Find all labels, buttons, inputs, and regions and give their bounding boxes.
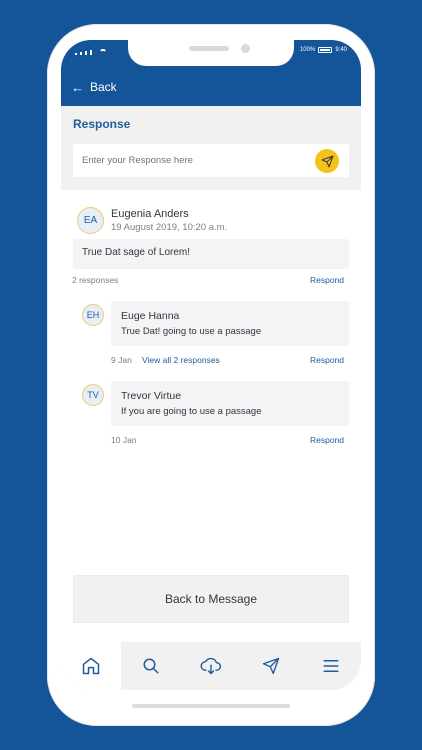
back-label: Back xyxy=(90,80,117,94)
tab-home[interactable] xyxy=(61,642,121,690)
clock: 9:40 xyxy=(335,47,347,53)
respond-button[interactable]: Respond xyxy=(310,355,344,365)
reply-bubble: Trevor Virtue If you are going to use a … xyxy=(111,381,349,426)
send-response-button[interactable] xyxy=(315,149,339,173)
respond-button[interactable]: Respond xyxy=(310,435,344,445)
send-icon xyxy=(321,155,333,167)
tab-menu[interactable] xyxy=(301,642,361,690)
send-icon xyxy=(262,657,280,675)
phone-notch xyxy=(128,40,294,66)
comment-thread: EA Eugenia Anders 19 August 2019, 10:20 … xyxy=(61,190,361,642)
home-icon xyxy=(82,657,100,675)
menu-icon xyxy=(323,660,339,672)
reply-text: If you are going to use a passage xyxy=(121,406,262,417)
post-date: 19 August 2019, 10:20 a.m. xyxy=(111,222,228,233)
signal-icon xyxy=(75,49,107,55)
back-to-message-button[interactable]: Back to Message xyxy=(73,575,349,623)
wifi-icon xyxy=(99,49,107,55)
reply-date: 10 Jan xyxy=(111,435,137,445)
phone-speaker xyxy=(189,46,229,51)
post-text: True Dat sage of Lorem! xyxy=(82,247,191,258)
responses-count: 2 responses xyxy=(72,275,119,285)
battery-percent: 100% xyxy=(299,47,316,53)
response-input[interactable] xyxy=(73,144,349,177)
phone-camera xyxy=(241,44,250,53)
reply-avatar: TV xyxy=(82,384,104,406)
arrow-left-icon: ← xyxy=(71,79,84,95)
avatar: EA xyxy=(77,207,104,234)
reply-date: 9 Jan xyxy=(111,355,132,365)
battery-icon xyxy=(318,47,333,53)
cloud-download-icon xyxy=(200,657,222,675)
back-button[interactable]: ← Back xyxy=(71,80,117,94)
reply-bubble: Euge Hanna True Dat! going to use a pass… xyxy=(111,301,349,346)
app-screen: 100% 9:40 ← Back Response EA Eugenia And… xyxy=(61,40,361,690)
status-bar-right: 100% 9:40 xyxy=(300,47,347,53)
tab-messages[interactable] xyxy=(241,642,301,690)
search-icon xyxy=(143,658,159,674)
post-author: Eugenia Anders xyxy=(111,208,189,220)
view-all-responses-link[interactable]: View all 2 responses xyxy=(142,355,220,365)
respond-button[interactable]: Respond xyxy=(310,275,344,285)
reply-author: Trevor Virtue xyxy=(121,390,182,402)
tab-search[interactable] xyxy=(121,642,181,690)
response-heading: Response xyxy=(73,117,131,131)
tab-downloads[interactable] xyxy=(181,642,241,690)
reply-avatar: EH xyxy=(82,304,104,326)
reply-author: Euge Hanna xyxy=(121,310,180,322)
post-bubble: True Dat sage of Lorem! xyxy=(73,239,349,269)
home-indicator xyxy=(132,704,290,708)
reply-text: True Dat! going to use a passage xyxy=(121,326,262,337)
bottom-tab-bar xyxy=(61,642,361,690)
